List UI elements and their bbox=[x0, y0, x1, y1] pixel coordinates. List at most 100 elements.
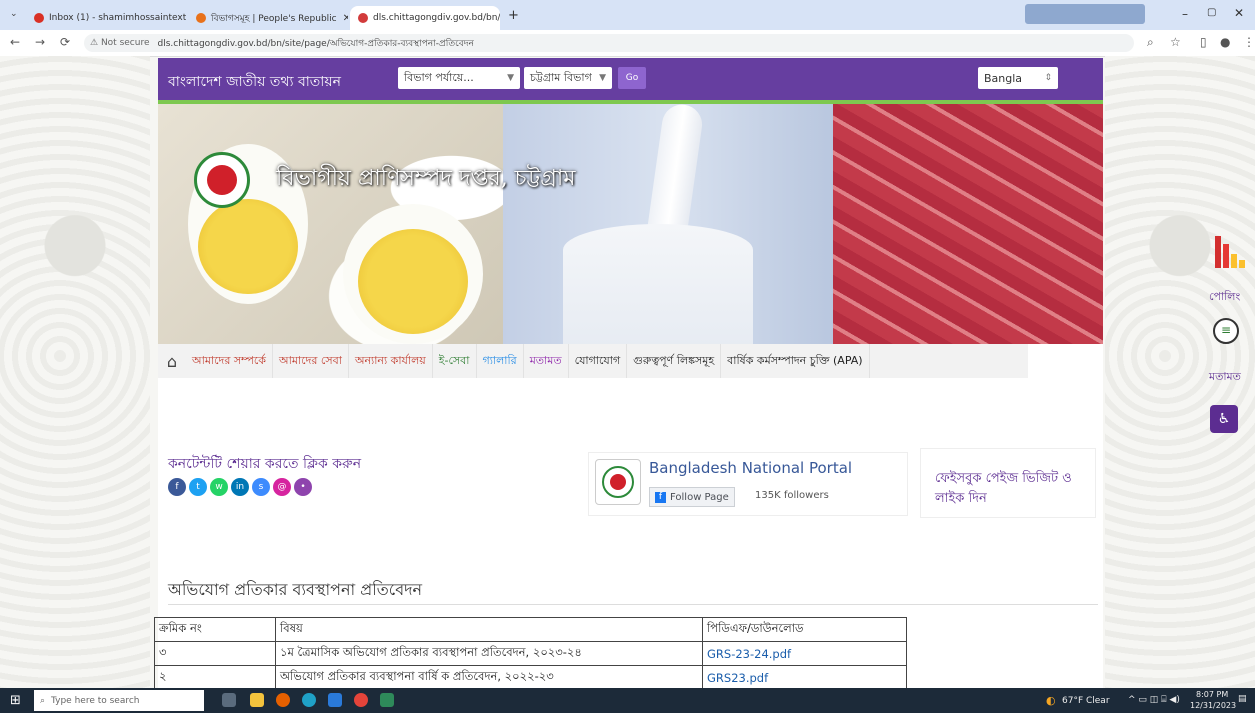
menu-e-service[interactable]: ই-সেবা bbox=[433, 344, 477, 378]
site-title[interactable]: বিভাগীয় প্রাণিসম্পদ দপ্তর, চট্টগ্রাম bbox=[276, 161, 576, 198]
level-select[interactable]: বিভাগ পর্যায়ে... ▼ bbox=[398, 67, 520, 89]
national-portal-logo[interactable] bbox=[595, 459, 641, 505]
weather-text[interactable]: 67°F Clear bbox=[1062, 696, 1110, 706]
profile-strip[interactable] bbox=[1025, 4, 1145, 24]
facebook-visit-link[interactable]: ফেইসবুক পেইজ ভিজিট ও লাইক দিন bbox=[920, 448, 1096, 518]
menu-gallery[interactable]: গ্যালারি bbox=[477, 344, 524, 378]
clock-date[interactable]: 12/31/2023 bbox=[1190, 701, 1236, 710]
poll-label: পোলিং bbox=[1209, 290, 1241, 303]
file-explorer-icon[interactable] bbox=[250, 693, 264, 707]
accessibility-button[interactable]: ♿ bbox=[1210, 405, 1238, 433]
forward-icon[interactable]: → bbox=[35, 35, 45, 49]
browser-tab-bangladesh[interactable]: বিভাগসমূহ | People's Republic ✕ bbox=[188, 6, 348, 30]
menu-services[interactable]: আমাদের সেবা bbox=[273, 344, 349, 378]
gmail-icon bbox=[34, 13, 44, 23]
windows-start-icon[interactable]: ⊞ bbox=[10, 693, 21, 708]
table-header-cell: বিষয় bbox=[275, 617, 703, 642]
app-icon[interactable] bbox=[380, 693, 394, 707]
table-header-cell: পিডিএফ/ডাউনলোড bbox=[702, 617, 907, 642]
menu-apa[interactable]: বার্ষিক কর্মসম্পাদন চুক্তি (APA) bbox=[721, 344, 870, 378]
share-icons: f t w in s @ • bbox=[168, 478, 312, 496]
follow-page-button[interactable]: f Follow Page bbox=[649, 487, 735, 507]
chrome-icon[interactable] bbox=[354, 693, 368, 707]
site-icon bbox=[196, 13, 206, 23]
linkedin-icon[interactable]: in bbox=[231, 478, 249, 496]
table-cell-sl: ৩ bbox=[154, 641, 276, 666]
table-header-cell: ক্রমিক নং bbox=[154, 617, 276, 642]
bookmark-star-icon[interactable]: ☆ bbox=[1170, 35, 1181, 49]
division-select[interactable]: চট্টগ্রাম বিভাগ ▼ bbox=[524, 67, 612, 89]
browser-menu-icon[interactable]: ⋮ bbox=[1243, 35, 1255, 49]
chat-icon: ≡ bbox=[1213, 318, 1239, 344]
profile-icon[interactable]: ● bbox=[1220, 35, 1230, 49]
table-cell-sl: ২ bbox=[154, 665, 276, 690]
clock-time[interactable]: 8:07 PM bbox=[1196, 690, 1228, 699]
address-bar-row: ← → ⟳ ⚠ Not secure dls.chittagongdiv.gov… bbox=[0, 30, 1255, 57]
facebook-icon[interactable]: f bbox=[168, 478, 186, 496]
tab-search-icon[interactable]: ⌄ bbox=[10, 9, 18, 19]
notifications-icon[interactable]: ▤ bbox=[1238, 694, 1247, 704]
national-portal-name[interactable]: Bangladesh National Portal bbox=[649, 459, 852, 477]
milk-image bbox=[503, 104, 833, 344]
national-portal-widget: Bangladesh National Portal f Follow Page… bbox=[588, 452, 908, 516]
poll-widget[interactable]: পোলিং bbox=[1205, 232, 1245, 303]
feedback-label: মতামত bbox=[1209, 370, 1241, 383]
close-tab-icon[interactable]: ✕ bbox=[337, 13, 348, 24]
meat-image bbox=[833, 104, 1103, 344]
page-title: অভিযোগ প্রতিকার ব্যবস্থাপনা প্রতিবেদন bbox=[168, 580, 423, 599]
government-seal-logo[interactable] bbox=[194, 152, 250, 208]
table-row: ২ অভিযোগ প্রতিকার ব্যবস্থাপনা বার্ষি ক প… bbox=[154, 665, 907, 690]
maximize-icon[interactable]: ▢ bbox=[1207, 7, 1216, 18]
language-select[interactable]: Bangla ⇕ bbox=[978, 67, 1058, 89]
sidepanel-icon[interactable]: ▯ bbox=[1200, 35, 1207, 49]
share-title: কনটেন্টটি শেয়ার করতে ক্লিক করুন bbox=[168, 456, 362, 472]
url-input[interactable]: ⚠ Not secure dls.chittagongdiv.gov.bd/bn… bbox=[84, 34, 1134, 52]
portal-topbar: বাংলাদেশ জাতীয় তথ্য বাতায়ন বিভাগ পর্যা… bbox=[158, 58, 1103, 104]
firefox-icon[interactable] bbox=[276, 693, 290, 707]
search-icon: ⌕ bbox=[40, 695, 46, 706]
browser-tab-active[interactable]: dls.chittagongdiv.gov.bd/bn/site✕ bbox=[350, 6, 500, 30]
more-icon[interactable]: • bbox=[294, 478, 312, 496]
updown-icon: ⇕ bbox=[1044, 73, 1052, 83]
egg-image bbox=[158, 104, 503, 344]
menu-contact[interactable]: যোগাযোগ bbox=[569, 344, 628, 378]
menu-about[interactable]: আমাদের সম্পর্কে bbox=[186, 344, 274, 378]
reload-icon[interactable]: ⟳ bbox=[60, 35, 70, 49]
tray-icons[interactable]: ^ ▭ ◫ ⌸ ◀) bbox=[1128, 695, 1180, 705]
not-secure-label[interactable]: ⚠ Not secure bbox=[90, 38, 149, 48]
table-cell-file: GRS23.pdf bbox=[702, 665, 907, 690]
task-view-icon[interactable] bbox=[222, 693, 236, 707]
report-table: ক্রমিক নং বিষয় পিডিএফ/ডাউনলোড ৩ ১ম ত্রৈ… bbox=[154, 617, 907, 690]
store-icon[interactable] bbox=[328, 693, 342, 707]
taskbar-search-input[interactable]: ⌕ Type here to search bbox=[34, 690, 204, 711]
twitter-icon[interactable]: t bbox=[189, 478, 207, 496]
menu-other-offices[interactable]: অন্যান্য কার্যালয় bbox=[349, 344, 433, 378]
new-tab-button[interactable]: + bbox=[508, 8, 519, 23]
weather-icon[interactable]: ◐ bbox=[1046, 694, 1056, 707]
whatsapp-icon[interactable]: w bbox=[210, 478, 228, 496]
back-icon[interactable]: ← bbox=[10, 35, 20, 49]
minimize-icon[interactable]: – bbox=[1182, 7, 1188, 21]
browser-tabbar: ⌄ Inbox (1) - shamimhossaintext✕ বিভাগসম… bbox=[0, 0, 1255, 30]
menu-feedback[interactable]: মতামত bbox=[524, 344, 569, 378]
link-icon[interactable]: s bbox=[252, 478, 270, 496]
feedback-widget[interactable]: ≡ মতামত bbox=[1205, 318, 1245, 388]
edge-icon[interactable] bbox=[302, 693, 316, 707]
home-icon[interactable]: ⌂ bbox=[158, 352, 186, 371]
egg-yolk bbox=[198, 199, 298, 294]
pdf-download-link[interactable]: GRS23.pdf bbox=[707, 671, 768, 685]
go-button[interactable]: Go bbox=[618, 67, 646, 89]
browser-tab-gmail[interactable]: Inbox (1) - shamimhossaintext✕ bbox=[26, 6, 186, 30]
bar-chart-icon bbox=[1215, 232, 1245, 268]
accessibility-icon: ♿ bbox=[1217, 411, 1231, 427]
egg-yolk bbox=[358, 229, 468, 334]
left-decoration bbox=[0, 56, 150, 688]
pdf-download-link[interactable]: GRS-23-24.pdf bbox=[707, 647, 791, 661]
site-icon bbox=[358, 13, 368, 23]
email-icon[interactable]: @ bbox=[273, 478, 291, 496]
zoom-icon[interactable]: ⌕ bbox=[1147, 35, 1154, 50]
facebook-icon: f bbox=[655, 491, 666, 503]
menu-important-links[interactable]: গুরুত্বপূর্ণ লিঙ্কসমূহ bbox=[627, 344, 722, 378]
close-window-icon[interactable]: ✕ bbox=[1234, 6, 1244, 20]
portal-title[interactable]: বাংলাদেশ জাতীয় তথ্য বাতায়ন bbox=[168, 70, 341, 94]
